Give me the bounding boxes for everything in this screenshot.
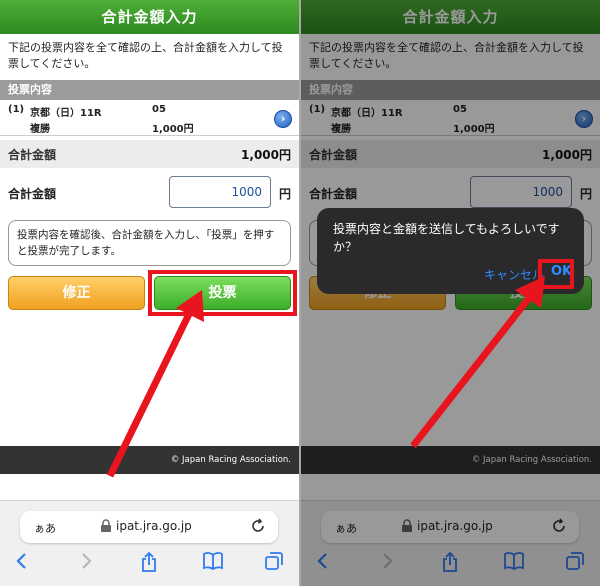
screen-confirm-dialog: 合計金額入力 下記の投票内容を全て確認の上、合計金額を入力して投票してください。… — [301, 0, 600, 586]
red-arrow-annotation — [410, 276, 545, 449]
red-arrow-annotation — [106, 290, 204, 478]
screen-before-vote: 合計金額入力 下記の投票内容を全て確認の上、合計金額を入力して投票してください。… — [0, 0, 299, 586]
